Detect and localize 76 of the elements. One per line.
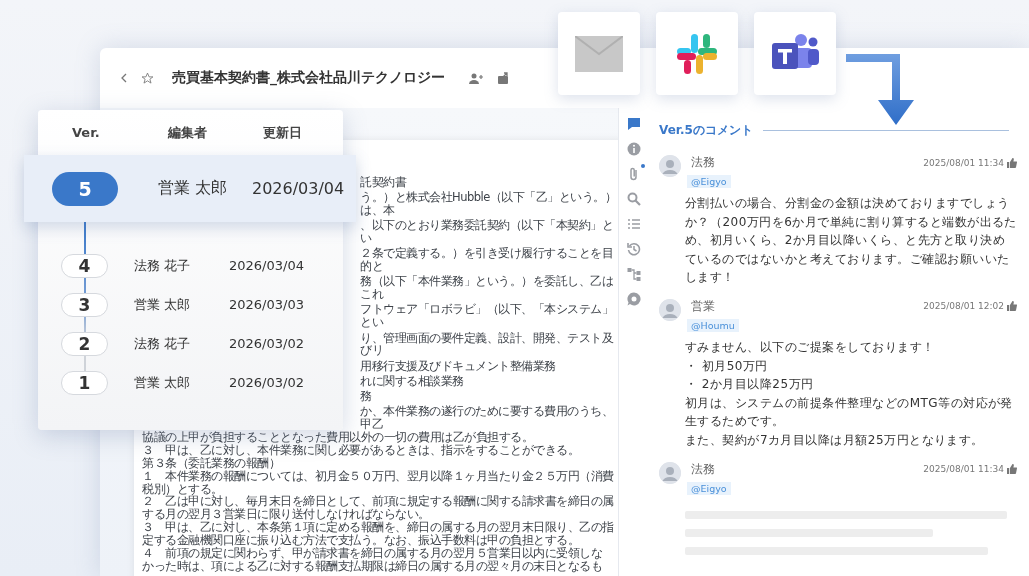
share-icon[interactable]	[497, 72, 510, 84]
comment-icon[interactable]	[626, 116, 642, 132]
editor-name: 営業 太郎	[134, 295, 192, 314]
editor-name: 営業 太郎	[134, 373, 192, 392]
comment-author: 法務	[691, 461, 715, 477]
document-text-line: ３ 甲は、乙に対し、本条第１項に定める報酬を、締日の属する月の翌月末日限り、乙の指	[142, 521, 615, 534]
document-title: 売買基本契約書_株式会社品川テクノロジー	[172, 69, 445, 87]
document-text-line: 協議の上甲が負担することとなった費用以外の一切の費用は乙が負担する。	[142, 431, 534, 444]
version-row[interactable]: 4 法務 花子 2026/03/04	[38, 246, 343, 285]
document-text-line: 託契約書	[360, 176, 408, 189]
add-person-icon[interactable]	[469, 72, 483, 84]
document-text-line: 務（以下「本件業務」という。）を委託し、乙はこれ	[360, 275, 614, 302]
thumbs-up-icon[interactable]	[1007, 301, 1017, 312]
search-icon[interactable]	[626, 191, 642, 207]
thumbs-up-icon[interactable]	[1007, 157, 1017, 168]
update-date: 2026/03/04	[229, 258, 305, 273]
comment-text: 初月は、システムの前提条件整理などのMTG等の対応が発生するためです。	[685, 394, 1014, 431]
comment-text: ・ 2か月目以降25万円	[685, 376, 815, 394]
teams-app-card[interactable]	[754, 12, 836, 95]
document-text-line: ２条で定義する。）を引き受け履行することを目的と	[360, 247, 614, 274]
column-header: 編集者	[168, 123, 208, 142]
version-row[interactable]: 2 法務 花子 2026/03/02	[38, 324, 343, 363]
update-date: 2026/03/02	[229, 336, 305, 351]
column-header: 更新日	[263, 123, 303, 142]
history-icon[interactable]	[626, 241, 642, 257]
document-text-line: ３ 甲は、乙に対し、本件業務に関し必要があるときは、指示をすることができる。	[142, 443, 580, 457]
comment-text: 分割払いの場合、分割金の金額は決めておりますでしょうか？（200万円を6か月で単純に割り算すると端数が出るため、初月いくら、2か月目以降いくら、と先方と取り決めているのではないかと考えております。ご確認お願いいたします！	[685, 195, 1017, 287]
editor-name: 法務 花子	[134, 334, 192, 353]
version-number: 2	[61, 331, 108, 356]
comment-time: 2025/08/01 12:02	[923, 301, 1004, 312]
column-header: Ver.	[72, 125, 101, 140]
editor-name: 法務 花子	[134, 256, 192, 275]
version-number: 4	[61, 253, 108, 278]
star-icon[interactable]	[141, 71, 154, 85]
thumbs-up-icon[interactable]	[1007, 464, 1017, 475]
comments-heading: Ver.5のコメント	[659, 122, 753, 139]
version-number: 1	[61, 370, 108, 395]
comment-text: ・ 初月50万円	[685, 357, 769, 375]
comment-time: 2025/08/01 11:34	[923, 157, 1004, 168]
update-date: 2026/03/03	[229, 297, 305, 312]
slack-app-card[interactable]	[656, 12, 738, 95]
document-text-line: 定する金融機関口座に振り込む方法で支払う。なお、振込手数料は甲の負担とする。	[142, 534, 579, 547]
document-text-line: か、本件業務の遂行のために要する費用のうち、甲乙	[360, 405, 614, 431]
version-row[interactable]: 1 営業 太郎 2026/03/02	[38, 363, 343, 402]
comment-author: 営業	[691, 298, 715, 314]
version-number: 3	[61, 292, 108, 317]
document-text-line: ４ 前項の規定に関わらず、甲が請求書を締日の属する月の翌月５営業日以内に受領しな	[142, 546, 603, 560]
comment-time: 2025/08/01 11:34	[923, 464, 1004, 475]
document-text-line: する月の翌月３営業日に限り送付しなければならない。	[142, 508, 431, 522]
document-text-line: う。）と株式会社Hubble（以下「乙」という。）は、本	[360, 191, 618, 217]
document-text-line: フトウェア「ロボラビ」（以下、「本システム」とい	[360, 303, 614, 330]
flow-icon[interactable]	[626, 266, 642, 282]
editor-name: 営業 太郎	[158, 178, 229, 199]
document-text-line: り、管理画面の要件定義、設計、開発、テスト及びリ	[360, 331, 615, 358]
version-row[interactable]: 3 営業 太郎 2026/03/03	[38, 285, 343, 324]
document-text-line: １ 本件業務の報酬については、初月金５０万円、翌月以降１ヶ月当たり金２５万円（消費	[142, 469, 615, 483]
document-text-line: ２ 乙は甲に対し、毎月末日を締日として、前項に規定する報酬に関する請求書を締日の属	[142, 495, 615, 509]
document-text-line: れに関する相談業務	[360, 374, 465, 388]
back-chevron-icon[interactable]	[120, 73, 127, 83]
envelope-icon	[575, 35, 623, 72]
document-text-line: かった時は、項による乙に対する報酬支払期限は締日の属する月の翌々月の末日となるも	[142, 559, 603, 573]
slack-logo-icon	[675, 31, 719, 76]
document-text-line: 、以下のとおり業務委託契約（以下「本契約」とい	[360, 219, 614, 245]
info-icon[interactable]	[626, 141, 642, 157]
document-text-line: 用移行支援及びドキュメント整備業務	[360, 359, 557, 373]
update-date: 2026/03/02	[229, 375, 305, 390]
update-date: 2026/03/04	[252, 179, 346, 198]
document-text-line: 税別）とする。	[142, 482, 223, 496]
comment-text: また、契約が7カ月目以降は月額25万円となります。	[685, 431, 985, 449]
comment-author: 法務	[691, 155, 715, 170]
document-text-line: 第３条（委託業務の報酬）	[142, 456, 280, 470]
comment-text: すみません、以下のご提案をしております！	[685, 338, 936, 356]
version-number: 5	[52, 171, 118, 206]
version-row[interactable]: 5 営業 太郎 2026/03/04	[24, 155, 356, 222]
chat-bubble-icon[interactable]	[626, 291, 642, 307]
document-text-line: 務	[360, 389, 373, 403]
